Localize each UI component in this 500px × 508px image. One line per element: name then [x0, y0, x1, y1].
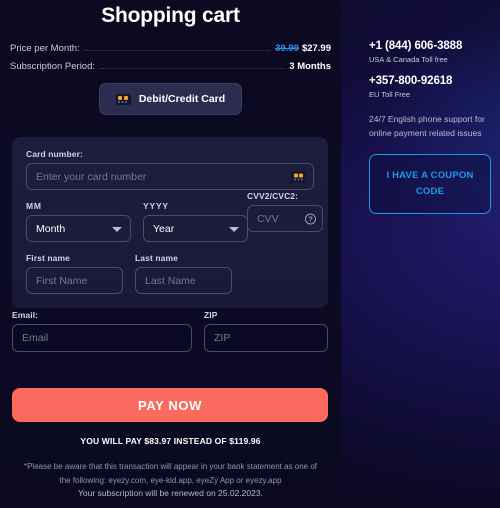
support-phone-us-label: USA & Canada Toll free — [369, 55, 448, 64]
month-field-group: MM Month — [26, 201, 131, 242]
support-phone-eu-label: EU Toll Free — [369, 90, 411, 99]
coupon-code-button[interactable]: I HAVE A COUPON CODE — [369, 154, 491, 214]
card-number-input[interactable] — [26, 163, 314, 190]
summary-value-price: 39.99 $27.99 — [275, 43, 331, 54]
year-label: YYYY — [143, 201, 169, 211]
last-name-group: Last name — [135, 253, 232, 294]
zip-input[interactable] — [204, 324, 328, 352]
year-select[interactable]: Year — [143, 215, 248, 242]
first-name-group: First name — [26, 253, 123, 294]
billing-disclaimer: *Please be aware that this transaction w… — [23, 462, 318, 485]
month-select-wrap: Month — [26, 215, 131, 242]
tab-debit-credit-card[interactable]: Debit/Credit Card — [98, 83, 243, 115]
support-phone-us: +1 (844) 606-3888 — [369, 40, 463, 52]
cvv-input-wrap: ? — [247, 205, 323, 232]
last-name-input[interactable] — [135, 267, 232, 294]
support-hours-note: 24/7 English phone support for online pa… — [369, 114, 485, 138]
month-label: MM — [26, 201, 42, 211]
summary-value-period: 3 Months — [289, 61, 331, 72]
support-sidebar: +1 (844) 606-3888 USA & Canada Toll free… — [369, 40, 491, 214]
page-title: Shopping cart — [101, 4, 240, 27]
order-summary: Price per Month: 39.99 $27.99 Subscriptio… — [10, 43, 331, 72]
first-name-input[interactable] — [26, 267, 123, 294]
card-number-wrap — [26, 163, 314, 190]
summary-row-price: Price per Month: 39.99 $27.99 — [10, 43, 331, 54]
summary-label-period: Subscription Period: — [10, 61, 96, 72]
year-select-wrap: Year — [143, 215, 248, 242]
support-phone-eu: +357-800-92618 — [369, 75, 453, 87]
dotted-leader — [84, 50, 271, 51]
email-input[interactable] — [12, 324, 192, 352]
shopping-cart-page: +1 (844) 606-3888 USA & Canada Toll free… — [0, 0, 500, 508]
pay-total-note: YOU WILL PAY $83.97 INSTEAD OF $119.96 — [80, 436, 261, 446]
summary-label-price: Price per Month: — [10, 43, 80, 54]
credit-card-icon — [115, 93, 131, 105]
month-select[interactable]: Month — [26, 215, 131, 242]
last-name-label: Last name — [135, 253, 178, 263]
email-label: Email: — [12, 310, 39, 320]
name-row: First name Last name — [26, 253, 314, 294]
dotted-leader — [100, 68, 285, 69]
tab-debit-credit-card-label: Debit/Credit Card — [138, 93, 226, 105]
renewal-note: Your subscription will be renewed on 25.… — [78, 488, 263, 498]
checkout-main-column: Shopping cart Price per Month: 39.99 $27.… — [0, 0, 341, 508]
pay-now-button[interactable]: PAY NOW — [12, 388, 328, 422]
card-number-label: Card number: — [26, 149, 83, 159]
contact-row: Email: ZIP — [12, 310, 328, 352]
first-name-label: First name — [26, 253, 70, 263]
zip-field-group: ZIP — [204, 310, 328, 352]
phone-block-us: +1 (844) 606-3888 USA & Canada Toll free — [369, 40, 491, 64]
summary-row-period: Subscription Period: 3 Months — [10, 61, 331, 72]
year-field-group: YYYY Year — [143, 201, 248, 242]
credit-card-icon — [291, 171, 306, 182]
zip-label: ZIP — [204, 310, 218, 320]
payment-method-tabs: Debit/Credit Card — [0, 83, 341, 115]
phone-block-eu: +357-800-92618 EU Toll Free — [369, 75, 491, 99]
summary-new-price: $27.99 — [301, 43, 331, 54]
email-field-group: Email: — [12, 310, 192, 352]
cvv-label: CVV2/CVC2: — [247, 191, 299, 201]
question-mark-icon[interactable]: ? — [305, 213, 316, 224]
summary-old-price: 39.99 — [275, 43, 299, 54]
cvv-field-group: CVV2/CVC2: ? — [247, 191, 323, 232]
